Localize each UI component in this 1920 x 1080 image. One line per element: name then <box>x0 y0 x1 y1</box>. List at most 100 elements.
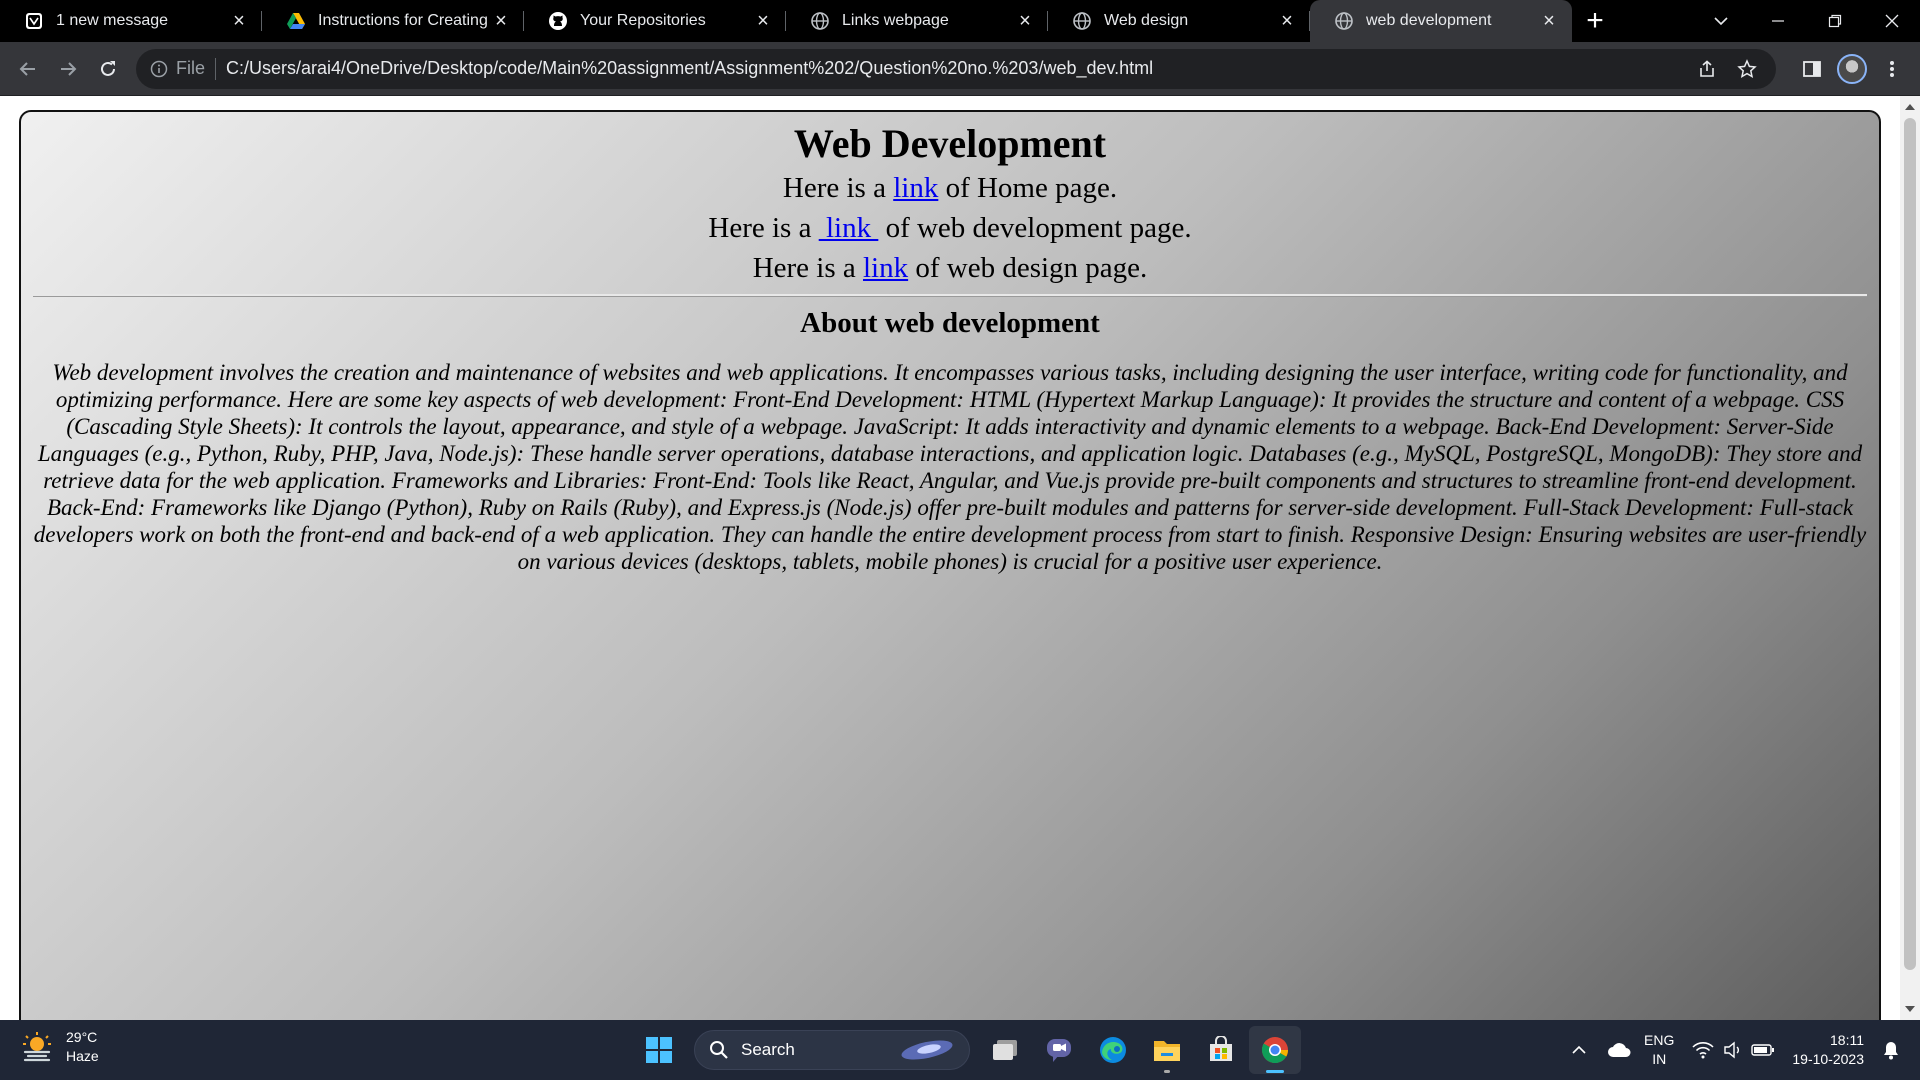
drive-icon <box>286 11 306 31</box>
tab-links-webpage[interactable]: Links webpage × <box>786 0 1048 42</box>
page-viewport: Web Development Here is a link of Home p… <box>0 96 1920 1020</box>
close-tab-icon[interactable]: × <box>1276 10 1298 32</box>
haze-sun-icon <box>23 1032 51 1062</box>
tab-search-chevron-icon[interactable] <box>1692 0 1749 42</box>
tab-your-repositories[interactable]: Your Repositories × <box>524 0 786 42</box>
onedrive-cloud-icon[interactable] <box>1604 1035 1634 1065</box>
info-icon <box>150 60 168 77</box>
volume-icon[interactable] <box>1718 1035 1748 1065</box>
taskbar-apps: Search <box>632 1026 1302 1074</box>
scroll-up-arrow-icon[interactable] <box>1905 104 1915 110</box>
about-heading: About web development <box>800 307 1100 339</box>
tab-title: Instructions for Creating an <box>318 12 490 29</box>
link-suffix: of Home page. <box>945 172 1118 204</box>
about-paragraph: Web development involves the creation an… <box>33 360 1867 574</box>
restore-button[interactable] <box>1806 0 1863 42</box>
bookmark-star-icon[interactable] <box>1732 54 1762 84</box>
weather-widget[interactable]: 29°C Haze <box>20 1028 99 1066</box>
side-panel-icon[interactable] <box>1792 49 1832 89</box>
web-development-page-link[interactable]: link <box>819 212 879 244</box>
battery-icon[interactable] <box>1748 1035 1778 1065</box>
link-prefix: Here is a <box>708 212 819 244</box>
tab-title: 1 new message <box>56 12 169 29</box>
avatar <box>1837 53 1867 84</box>
tab-title: Links webpage <box>842 12 949 29</box>
scrollbar-thumb[interactable] <box>1904 118 1916 970</box>
running-indicator <box>1164 1070 1170 1073</box>
region-code: IN <box>1652 1051 1667 1067</box>
search-highlight-icon <box>901 1040 953 1060</box>
url-text[interactable]: C:/Users/arai4/OneDrive/Desktop/code/Mai… <box>226 58 1682 79</box>
home-page-link[interactable]: link <box>893 172 938 204</box>
active-indicator <box>1266 1070 1284 1073</box>
tab-instructions[interactable]: Instructions for Creating an × <box>262 0 524 42</box>
close-tab-icon[interactable]: × <box>1014 10 1036 32</box>
weather-description: Haze <box>66 1048 99 1064</box>
chrome-button[interactable] <box>1249 1026 1301 1074</box>
taskbar-search[interactable]: Search <box>694 1030 970 1070</box>
page-heading: Web Development <box>793 121 1107 166</box>
scheme-label: File <box>176 58 206 78</box>
close-tab-icon[interactable]: × <box>490 10 512 32</box>
language-code: ENG <box>1644 1032 1675 1048</box>
site-info-chip[interactable]: File <box>150 57 217 80</box>
link-prefix: Here is a <box>752 252 863 284</box>
new-tab-button[interactable]: + <box>1572 0 1618 42</box>
tab-web-development[interactable]: web development × <box>1310 0 1572 42</box>
clock[interactable]: 18:11 19-10-2023 <box>1792 1031 1864 1069</box>
web-design-page-link[interactable]: link <box>863 252 908 284</box>
notification-bell-icon[interactable] <box>1876 1035 1906 1065</box>
wifi-icon[interactable] <box>1688 1035 1718 1065</box>
input-language[interactable]: ENG IN <box>1644 1031 1674 1069</box>
windows-logo-icon <box>646 1037 672 1063</box>
minimize-button[interactable] <box>1749 0 1806 42</box>
search-label: Search <box>741 1040 795 1059</box>
close-tab-icon[interactable]: × <box>752 10 774 32</box>
scroll-down-arrow-icon[interactable] <box>1905 1006 1915 1012</box>
web-development-link-line: Here is a link of web development page. <box>21 208 1879 248</box>
teams-chat-button[interactable] <box>1033 1026 1085 1074</box>
windows-taskbar: 29°C Haze Search ENG IN 18:11 19-10-2023 <box>0 1020 1920 1080</box>
globe-icon <box>810 11 830 31</box>
edge-button[interactable] <box>1087 1026 1139 1074</box>
store-icon <box>1210 1036 1232 1061</box>
more-menu-icon[interactable] <box>1872 49 1912 89</box>
share-icon[interactable] <box>1692 54 1722 84</box>
microsoft-store-button[interactable] <box>1195 1026 1247 1074</box>
tab-title: Web design <box>1104 12 1189 29</box>
back-arrow-icon[interactable] <box>8 49 48 89</box>
show-hidden-icons-chevron-icon[interactable] <box>1564 1035 1594 1065</box>
forward-arrow-icon[interactable] <box>48 49 88 89</box>
github-icon <box>548 11 568 31</box>
tab-1-new-message[interactable]: 1 new message × <box>0 0 262 42</box>
page-container: Web Development Here is a link of Home p… <box>19 110 1881 1020</box>
weather-temperature: 29°C <box>66 1029 98 1045</box>
divider <box>33 294 1867 297</box>
folder-icon <box>1154 1041 1180 1061</box>
edge-icon <box>1100 1037 1126 1063</box>
chrome-icon <box>1261 1037 1289 1064</box>
vertical-scrollbar[interactable] <box>1900 96 1920 1020</box>
link-prefix: Here is a <box>782 172 894 204</box>
reload-icon[interactable] <box>88 49 128 89</box>
profile-avatar[interactable] <box>1832 49 1872 89</box>
tab-title: web development <box>1366 12 1492 29</box>
file-explorer-button[interactable] <box>1141 1026 1193 1074</box>
system-tray: ENG IN 18:11 19-10-2023 <box>1564 1020 1920 1080</box>
task-view-button[interactable] <box>979 1026 1031 1074</box>
close-tab-icon[interactable]: × <box>1538 10 1560 32</box>
browser-toolbar: File C:/Users/arai4/OneDrive/Desktop/cod… <box>0 42 1920 96</box>
close-window-button[interactable] <box>1863 0 1920 42</box>
home-link-line: Here is a link of Home page. <box>21 168 1879 208</box>
globe-icon <box>1072 11 1092 31</box>
window-controls <box>1692 0 1920 42</box>
search-icon <box>710 1041 728 1059</box>
close-tab-icon[interactable]: × <box>228 10 250 32</box>
start-button[interactable] <box>633 1026 685 1074</box>
address-bar[interactable]: File C:/Users/arai4/OneDrive/Desktop/cod… <box>136 48 1776 89</box>
link-suffix: of web design page. <box>915 252 1148 284</box>
tab-web-design[interactable]: Web design × <box>1048 0 1310 42</box>
clock-time: 18:11 <box>1830 1032 1864 1048</box>
web-design-link-line: Here is a link of web design page. <box>21 248 1879 288</box>
globe-icon <box>1334 11 1354 31</box>
